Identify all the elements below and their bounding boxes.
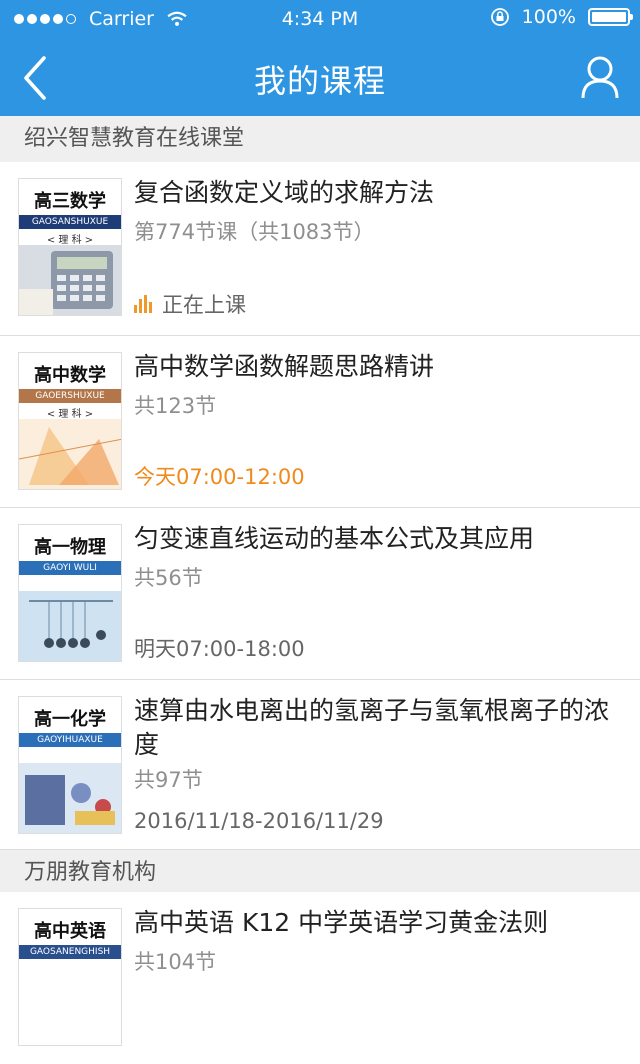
cover-pinyin: GAOYI WULI [19,561,121,575]
course-title: 匀变速直线运动的基本公式及其应用 [134,524,535,553]
cover-title: 高三数学 [34,191,106,212]
course-text: 复合函数定义域的求解方法 第774节课（共1083节） [134,176,620,246]
course-text: 速算由水电离出的氢离子与氢氧根离子的浓度 共97节 [134,694,620,794]
orientation-lock-icon [490,8,509,26]
cover-title: 高一化学 [34,709,106,730]
status-bar: Carrier 4:34 PM 100% [0,0,640,40]
battery-percent: 100% [521,6,576,28]
course-title: 高中数学函数解题思路精讲 [134,352,435,381]
course-item[interactable]: 高三数学 GAOSANSHUXUE < 理 科 > 复合函数定义域的求解方法 第… [0,162,640,336]
course-text: 匀变速直线运动的基本公式及其应用 共56节 [134,522,620,592]
course-status: 正在上课 [134,289,246,319]
cover-title: 高中数学 [34,365,106,386]
course-title: 高中英语 K12 中学英语学习黄金法则 [134,908,549,937]
section-header: 绍兴智慧教育在线课堂 [0,116,640,162]
course-schedule: 明天07:00-18:00 [134,637,305,661]
bar-chart-icon [134,295,154,313]
course-item[interactable]: 高中英语 GAOSANENGHISH 高中英语 K12 中学英语学习黄金法则 共… [0,892,640,1064]
cover-chemistry-image [19,763,121,833]
course-lesson-count: 共97节 [134,768,203,792]
course-lesson-count: 第774节课（共1083节） [134,220,375,244]
header: Carrier 4:34 PM 100% 我的课程 [0,0,640,116]
cover-pinyin: GAOSANSHUXUE [19,215,121,229]
cover-pinyin: GAOERSHUXUE [19,389,121,403]
course-title: 复合函数定义域的求解方法 [134,178,435,207]
cover-title: 高一物理 [34,537,106,558]
cover-newton-cradle-image [19,591,121,661]
cover-sub: < 理 科 > [46,409,94,420]
status-right: 100% [490,6,633,28]
course-schedule: 2016/11/18-2016/11/29 [134,809,384,833]
course-text: 高中数学函数解题思路精讲 共123节 [134,350,620,420]
course-lesson-count: 共123节 [134,394,217,418]
page-title: 我的课程 [253,62,386,100]
course-lesson-count: 共56节 [134,566,203,590]
course-title: 速算由水电离出的氢离子与氢氧根离子的浓度 [134,696,610,759]
course-status-text: 正在上课 [162,293,246,317]
course-item[interactable]: 高一物理 GAOYI WULI 匀变速直线运动的基本公式及其应用 共56节 明天… [0,508,640,680]
course-cover: 高三数学 GAOSANSHUXUE < 理 科 > [18,178,122,316]
course-item[interactable]: 高一化学 GAOYIHUAXUE 速算由水电离出的氢离子与氢氧根离子的浓度 共9… [0,680,640,850]
course-cover: 高一物理 GAOYI WULI [18,524,122,662]
battery-icon [588,8,633,26]
cover-geometry-image [19,419,121,489]
cover-calculator-image [19,245,121,315]
course-item[interactable]: 高中数学 GAOERSHUXUE < 理 科 > 高中数学函数解题思路精讲 共1… [0,336,640,508]
cover-title: 高中英语 [34,921,106,942]
section-header: 万朋教育机构 [0,850,640,896]
course-cover: 高一化学 GAOYIHUAXUE [18,696,122,834]
cover-sub: < 理 科 > [46,235,94,246]
course-cover: 高中数学 GAOERSHUXUE < 理 科 > [18,352,122,490]
cover-pinyin: GAOYIHUAXUE [19,733,121,747]
user-icon[interactable] [580,54,620,100]
nav-bar: 我的课程 [0,40,640,116]
course-lesson-count: 共104节 [134,950,217,974]
course-schedule: 今天07:00-12:00 [134,465,305,489]
course-text: 高中英语 K12 中学英语学习黄金法则 共104节 [134,906,620,976]
course-cover: 高中英语 GAOSANENGHISH [18,908,122,1046]
cover-pinyin: GAOSANENGHISH [19,945,121,959]
